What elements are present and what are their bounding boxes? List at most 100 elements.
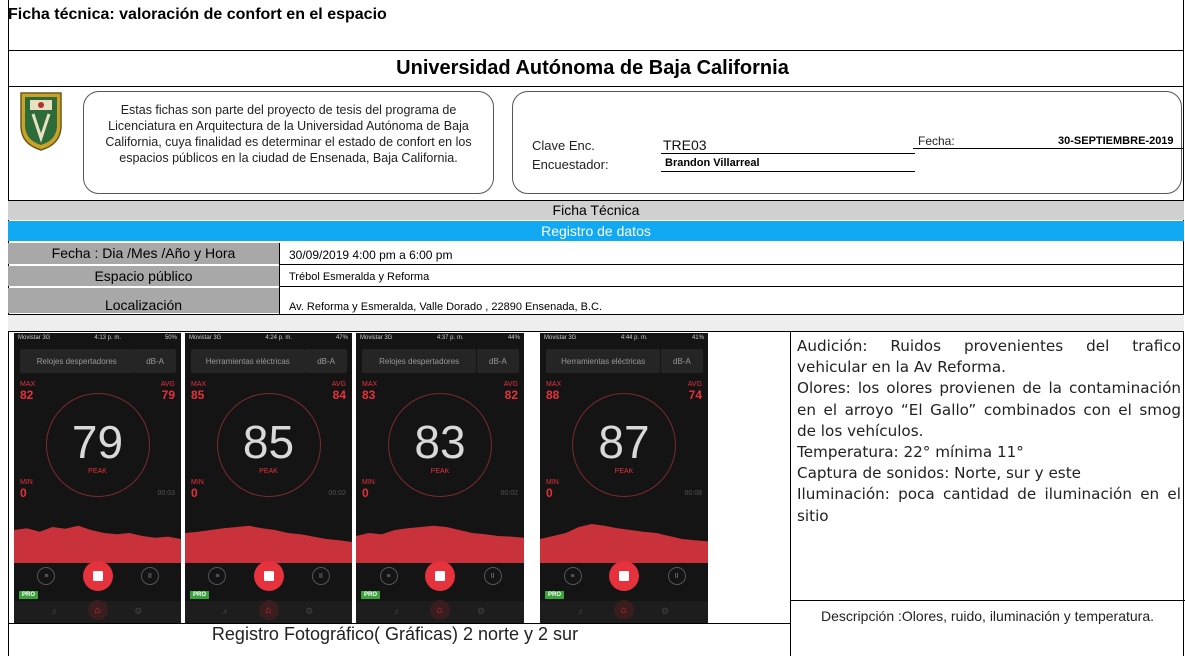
home-icon[interactable]: ⌂ — [87, 600, 108, 620]
list-icon[interactable]: ≡ — [208, 567, 227, 585]
peak-label: PEAK — [430, 468, 450, 475]
blank-row — [8, 315, 1184, 331]
divider-title — [8, 50, 1184, 51]
speaker-icon[interactable]: ♬ — [222, 607, 230, 616]
clock-text: 4:13 p. m. — [94, 335, 121, 341]
pause-icon[interactable]: II — [140, 567, 159, 585]
fecha-label: Fecha: — [918, 134, 955, 148]
record-stop-button[interactable] — [609, 561, 639, 591]
clave-label: Clave Enc. — [532, 138, 595, 153]
avg-label: AVG — [331, 381, 346, 388]
peak-label: PEAK — [259, 468, 278, 475]
unit-selector[interactable]: dB-A — [476, 349, 519, 373]
max-label: MAX — [546, 381, 562, 388]
clock-text: 4:24 p. m. — [265, 335, 292, 341]
university-shield-logo — [18, 90, 64, 152]
avg-label: AVG — [687, 381, 702, 388]
carrier-text: Movistar 3G — [18, 335, 51, 341]
list-icon[interactable]: ≡ — [379, 567, 398, 585]
max-value: 83 — [362, 388, 376, 402]
pause-icon[interactable]: II — [667, 567, 686, 585]
home-icon[interactable]: ⌂ — [258, 600, 279, 620]
description-text: Descripción :Olores, ruido, iluminación … — [820, 608, 1155, 624]
battery-text: 41% — [691, 335, 704, 341]
peak-label: PEAK — [614, 468, 634, 475]
settings-gear-icon[interactable]: ⚙ — [661, 606, 669, 617]
mode-selector[interactable]: Relojes despertadores — [20, 349, 134, 373]
row-value-localizacion: Av. Reforma y Esmeralda, Valle Dorado , … — [289, 301, 603, 313]
phone-status-bar: Movistar 3G 4:44 p. m. 41% — [540, 333, 708, 345]
avg-value: 84 — [332, 388, 346, 402]
min-label: MIN — [20, 479, 33, 486]
pro-badge: PRO — [19, 591, 39, 599]
note-iluminacion: Iluminación: poca cantidad de iluminació… — [797, 485, 1181, 525]
level-history-chart — [540, 524, 708, 563]
pro-badge: PRO — [545, 591, 565, 599]
record-stop-button[interactable] — [82, 561, 113, 591]
row-label-localizacion: Localización — [8, 288, 279, 313]
mode-selector[interactable]: Herramientas eléctricas — [191, 349, 305, 373]
registro-datos-bar: Registro de datos — [8, 221, 1184, 241]
ficha-tecnica-bar: Ficha Técnica — [8, 201, 1184, 220]
avg-label: AVG — [160, 381, 175, 388]
home-icon[interactable]: ⌂ — [614, 600, 634, 620]
speaker-icon[interactable]: ♬ — [393, 607, 401, 616]
max-value: 88 — [546, 388, 560, 402]
fecha-value: 30-SEPTIEMBRE-2019 — [1058, 135, 1174, 147]
pro-badge: PRO — [361, 591, 381, 599]
list-icon[interactable]: ≡ — [37, 567, 56, 585]
min-label: MIN — [362, 479, 375, 486]
max-value: 82 — [20, 388, 34, 402]
battery-text: 50% — [164, 335, 177, 341]
level-history-chart — [185, 525, 352, 563]
mode-selector[interactable]: Relojes despertadores — [362, 349, 477, 373]
settings-gear-icon[interactable]: ⚙ — [477, 606, 485, 617]
speaker-icon[interactable]: ♬ — [51, 607, 59, 616]
list-icon[interactable]: ≡ — [563, 567, 582, 585]
max-label: MAX — [191, 381, 207, 388]
note-olores: Olores: los olores provienen de la conta… — [797, 379, 1181, 440]
fecha-underline — [913, 148, 1183, 149]
mode-label: Relojes despertadores — [379, 356, 460, 366]
carrier-text: Movistar 3G — [360, 335, 393, 341]
speaker-icon[interactable]: ♬ — [577, 607, 585, 616]
battery-text: 44% — [507, 335, 520, 341]
pause-icon[interactable]: II — [311, 567, 330, 585]
level-history-chart — [356, 525, 524, 563]
max-label: MAX — [362, 381, 378, 388]
encuestador-underline — [661, 171, 915, 172]
min-label: MIN — [191, 479, 204, 486]
unit-selector[interactable]: dB-A — [134, 349, 176, 373]
phone-status-bar: Movistar 3G 4:24 p. m. 47% — [185, 333, 352, 345]
unit-selector[interactable]: dB-A — [305, 349, 347, 373]
university-title: Universidad Autónoma de Baja California — [396, 57, 789, 79]
level-history-area — [185, 525, 352, 563]
row-divider-1 — [279, 264, 1184, 265]
settings-gear-icon[interactable]: ⚙ — [134, 606, 142, 617]
row-divider-2 — [279, 286, 1184, 287]
carrier-text: Movistar 3G — [544, 335, 577, 341]
clave-value: TRE03 — [663, 137, 707, 153]
encuestador-label: Encuestador: — [532, 157, 609, 172]
unit-label: dB-A — [489, 356, 507, 366]
record-stop-button[interactable] — [253, 561, 284, 591]
mode-selector[interactable]: Herramientas eléctricas — [546, 349, 661, 373]
avg-value: 74 — [688, 388, 702, 402]
record-stop-button[interactable] — [425, 561, 455, 591]
level-history-area — [14, 525, 181, 563]
mode-label: Relojes despertadores — [36, 356, 117, 366]
settings-gear-icon[interactable]: ⚙ — [305, 606, 313, 617]
phone-screenshot-2: Movistar 3G 4:24 p. m. 47% Herramientas elé… — [185, 333, 352, 623]
level-reading: 87 — [598, 416, 650, 468]
home-icon[interactable]: ⌂ — [430, 600, 450, 620]
clock-text: 4:44 p. m. — [620, 335, 648, 341]
pause-icon[interactable]: II — [483, 567, 502, 585]
avg-value: 79 — [161, 388, 175, 402]
unit-label: dB-A — [317, 356, 335, 366]
row-value-espacio: Trébol Esmeralda y Reforma — [289, 271, 430, 283]
phone-status-bar: Movistar 3G 4:37 p. m. 44% — [356, 333, 524, 345]
pro-badge: PRO — [190, 591, 210, 599]
note-temperatura: Temperatura: 22° mínima 11° — [797, 443, 1024, 462]
unit-selector[interactable]: dB-A — [660, 349, 703, 373]
row-value-fecha: 30/09/2019 4:00 pm a 6:00 pm — [289, 248, 453, 262]
